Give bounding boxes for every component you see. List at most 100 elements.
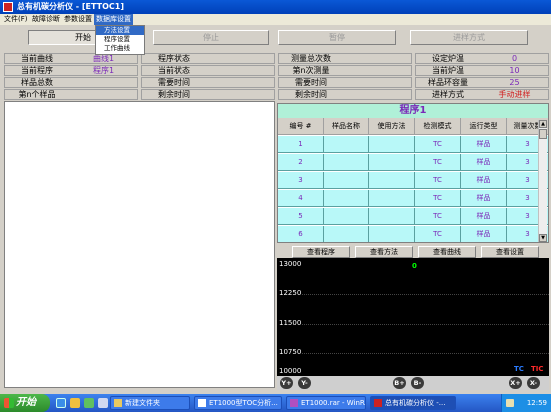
plot-gridline xyxy=(302,353,549,354)
table-cell[interactable] xyxy=(324,208,369,225)
table-cell[interactable]: 样品 xyxy=(461,190,507,207)
task-label: ET1000型TOC分析... xyxy=(209,399,278,407)
view-method-button[interactable]: 查看方法 xyxy=(355,246,413,258)
table-cell[interactable]: 样品 xyxy=(461,208,507,225)
table-cell[interactable]: TC xyxy=(415,226,461,242)
document-icon xyxy=(198,399,206,407)
desktop-quicklaunch-icon[interactable] xyxy=(98,398,108,408)
y-zoom-out-button[interactable]: Y- xyxy=(298,377,311,389)
view-curve-button[interactable]: 查看曲线 xyxy=(418,246,476,258)
table-cell[interactable]: 5 xyxy=(278,208,324,225)
table-cell[interactable]: 样品 xyxy=(461,136,507,153)
menu-fault-diagnosis[interactable]: 故障诊断 xyxy=(30,14,62,25)
ie-icon[interactable] xyxy=(56,398,66,408)
table-cell[interactable] xyxy=(324,154,369,171)
y-zoom-in-button[interactable]: Y+ xyxy=(280,377,293,389)
col-header-number[interactable]: 编号 # xyxy=(278,118,324,135)
start-menu-button[interactable]: 开始 xyxy=(0,394,50,412)
plot-marker-label: 0 xyxy=(412,262,417,270)
feed-mode-button[interactable]: 进样方式 xyxy=(410,30,528,45)
app-icon xyxy=(3,2,13,12)
table-cell[interactable]: 6 xyxy=(278,226,324,242)
table-cell[interactable] xyxy=(369,172,415,189)
table-cell[interactable] xyxy=(324,172,369,189)
table-cell[interactable]: TC xyxy=(415,190,461,207)
plot-ytick-label: 10000 xyxy=(279,367,302,375)
table-cell[interactable]: 2 xyxy=(278,154,324,171)
app-task-icon xyxy=(374,399,382,407)
network-icon[interactable] xyxy=(506,399,514,407)
task-label: 总有机碳分析仪 -... xyxy=(385,399,446,407)
dropdown-program-settings[interactable]: 程序设置 xyxy=(96,35,144,44)
task-label: 新建文件夹 xyxy=(125,399,160,407)
col-header-run-type[interactable]: 运行类型 xyxy=(461,118,507,135)
info-sample-loop-volume: 样品环容量 25 xyxy=(415,77,549,88)
table-cell[interactable] xyxy=(369,154,415,171)
table-cell[interactable]: 1 xyxy=(278,136,324,153)
table-cell[interactable]: 4 xyxy=(278,190,324,207)
stop-button[interactable]: 停止 xyxy=(153,30,269,45)
table-cell[interactable]: 3 xyxy=(278,172,324,189)
dropdown-work-curve[interactable]: 工作曲线 xyxy=(96,44,144,53)
col-header-sample-name[interactable]: 样品名称 xyxy=(324,118,369,135)
info-required-time: 需要时间 xyxy=(141,77,275,88)
signal-plot[interactable]: 13000 12250 11500 10750 10000 0 TC TIC xyxy=(277,258,549,376)
legend-tic: TIC xyxy=(531,365,544,373)
menu-database-settings[interactable]: 数据库设置 xyxy=(94,14,133,25)
info-measure-total: 测量总次数 xyxy=(278,53,412,64)
table-cell[interactable]: TC xyxy=(415,208,461,225)
folder-icon xyxy=(114,399,122,407)
task-toc-analyzer[interactable]: 总有机碳分析仪 -... xyxy=(370,396,456,410)
plot-control-bar: Y+ Y- B+ B- X+ X- xyxy=(277,376,549,390)
dropdown-method-settings[interactable]: 方法设置 xyxy=(96,26,144,35)
scroll-thumb[interactable] xyxy=(539,129,547,139)
table-cell[interactable] xyxy=(369,226,415,242)
col-header-method[interactable]: 使用方法 xyxy=(369,118,415,135)
task-folder[interactable]: 新建文件夹 xyxy=(110,396,190,410)
scroll-down-arrow-icon[interactable]: ▼ xyxy=(539,234,547,242)
task-label: ET1000.rar - WinRAR xyxy=(301,399,365,407)
plot-ytick-label: 10750 xyxy=(279,348,302,356)
legend-tc: TC xyxy=(514,365,524,373)
table-cell[interactable] xyxy=(369,136,415,153)
table-cell[interactable]: 样品 xyxy=(461,154,507,171)
table-cell[interactable] xyxy=(324,226,369,242)
folder-quicklaunch-icon[interactable] xyxy=(70,398,80,408)
sample-view-area[interactable] xyxy=(4,101,275,388)
info-current-furnace-temp: 当前炉温 10 xyxy=(415,65,549,76)
table-cell[interactable]: TC xyxy=(415,136,461,153)
task-winrar[interactable]: ET1000.rar - WinRAR xyxy=(286,396,366,410)
menu-file[interactable]: 文件(F) xyxy=(2,14,30,25)
task-document[interactable]: ET1000型TOC分析... xyxy=(194,396,282,410)
table-cell[interactable]: 样品 xyxy=(461,172,507,189)
info-sample-total: 样品总数 xyxy=(4,77,138,88)
menu-parameter-settings[interactable]: 参数设置 xyxy=(62,14,94,25)
table-cell[interactable] xyxy=(369,208,415,225)
program-table: 程序1 编号 # 样品名称 使用方法 检测模式 运行类型 测量次数 1 TC 样品 3 2 TC 样品 3… xyxy=(277,103,549,243)
table-cell[interactable] xyxy=(324,190,369,207)
col-header-detect-mode[interactable]: 检测模式 xyxy=(415,118,461,135)
view-program-button[interactable]: 查看程序 xyxy=(292,246,350,258)
pause-button[interactable]: 暂停 xyxy=(278,30,396,45)
title-bar[interactable]: 总有机碳分析仪 - [ETTOC1] xyxy=(0,0,551,14)
info-measure-remaining-time: 剩余时间 xyxy=(278,89,412,100)
scroll-up-arrow-icon[interactable]: ▲ xyxy=(539,120,547,128)
windows-logo-icon xyxy=(4,398,14,408)
table-cell[interactable]: TC xyxy=(415,154,461,171)
window-title: 总有机碳分析仪 - [ETTOC1] xyxy=(17,2,125,11)
table-cell[interactable]: TC xyxy=(415,172,461,189)
info-nth-measure: 第n次测量 xyxy=(278,65,412,76)
view-settings-button[interactable]: 查看设置 xyxy=(481,246,539,258)
baseline-up-button[interactable]: B+ xyxy=(393,377,406,389)
table-cell[interactable]: 样品 xyxy=(461,226,507,242)
baseline-down-button[interactable]: B- xyxy=(411,377,424,389)
info-set-furnace-temp: 设定炉温 0 xyxy=(415,53,549,64)
program-table-scrollbar[interactable]: ▲ ▼ xyxy=(538,120,547,242)
system-tray: 12:59 xyxy=(501,394,551,412)
table-cell[interactable] xyxy=(324,136,369,153)
media-quicklaunch-icon[interactable] xyxy=(84,398,94,408)
plot-ytick-label: 12250 xyxy=(279,289,302,297)
x-zoom-in-button[interactable]: X+ xyxy=(509,377,522,389)
x-zoom-out-button[interactable]: X- xyxy=(527,377,540,389)
table-cell[interactable] xyxy=(369,190,415,207)
